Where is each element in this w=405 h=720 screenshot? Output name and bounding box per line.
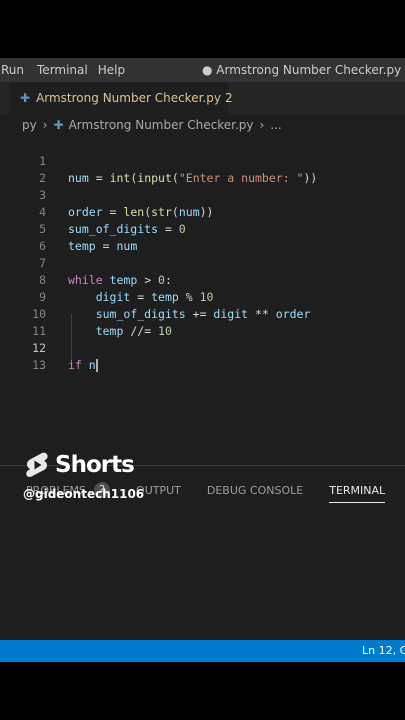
code-line: 7 while temp > 0:: [0, 238, 405, 287]
code-line: 8 digit = temp % 10: [0, 255, 405, 304]
channel-handle: @gideontech1106: [23, 487, 145, 501]
menu-bar: Run Terminal Help ● Armstrong Number Che…: [0, 58, 405, 82]
shorts-label: Shorts: [55, 452, 135, 478]
status-bar: Ln 12, Co: [0, 640, 405, 662]
vscode-window: Run Terminal Help ● Armstrong Number Che…: [0, 58, 405, 662]
cursor-position[interactable]: Ln 12, Co: [362, 644, 405, 657]
chevron-right-icon: ›: [42, 118, 48, 132]
code-line: 11: [0, 306, 405, 338]
python-file-icon: ✚: [53, 118, 64, 132]
code-line: 13: [0, 340, 405, 372]
line-number: 13: [32, 358, 46, 372]
breadcrumb: py › ✚ Armstrong Number Checker.py › ...: [0, 114, 405, 136]
window-title: ● Armstrong Number Checker.py - d: - Vis…: [202, 63, 405, 77]
tab-terminal[interactable]: TERMINAL: [329, 484, 385, 503]
menu-help[interactable]: Help: [98, 63, 135, 77]
python-file-icon: ✚: [20, 91, 31, 105]
code-editor[interactable]: 1 num = int(input("Enter a number: ")) 2…: [0, 136, 405, 466]
code-line: 3 order = len(str(num)): [0, 170, 405, 219]
tab-filename: Armstrong Number Checker.py: [36, 91, 221, 105]
code-line: 6: [0, 221, 405, 253]
text-cursor: [95, 359, 98, 372]
code-line: 9 sum_of_digits += digit ** order: [0, 272, 405, 321]
editor-tab-armstrong[interactable]: ✚ Armstrong Number Checker.py 2: [10, 82, 233, 114]
code-line: 5 temp = num: [0, 204, 405, 253]
chevron-right-icon: ›: [259, 118, 265, 132]
breadcrumb-folder[interactable]: py: [22, 118, 37, 132]
editor-tab-bar: ✚ Armstrong Number Checker.py 2: [0, 82, 405, 114]
breadcrumb-more[interactable]: ...: [270, 118, 281, 132]
shorts-watermark: Shorts: [22, 450, 135, 480]
tab-debug-console[interactable]: DEBUG CONSOLE: [207, 484, 303, 497]
code-line-active: 12 if n: [0, 323, 405, 372]
breadcrumb-file[interactable]: Armstrong Number Checker.py: [69, 118, 254, 132]
tab-problem-count: 2: [224, 91, 233, 105]
menu-run[interactable]: Run: [0, 63, 37, 77]
menu-terminal[interactable]: Terminal: [37, 63, 98, 77]
code-line: 2: [0, 153, 405, 185]
code-line: 4 sum_of_digits = 0: [0, 187, 405, 236]
shorts-logo-icon: [26, 452, 48, 477]
code-line: 1 num = int(input("Enter a number: ")): [0, 136, 405, 185]
code-line: 10 temp //= 10: [0, 289, 405, 338]
